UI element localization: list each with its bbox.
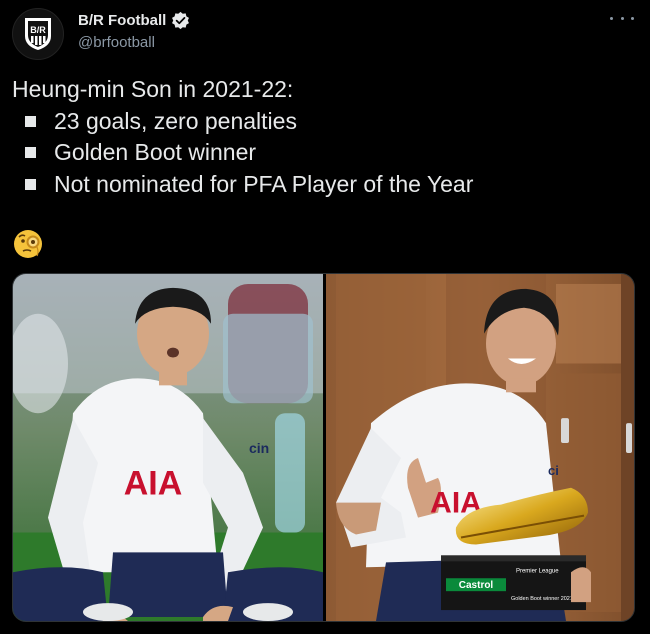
svg-text:Castrol: Castrol <box>459 580 494 591</box>
svg-text:AIA: AIA <box>124 465 183 503</box>
bullet-item: Golden Boot winner <box>12 137 638 169</box>
svg-text:Premier League: Premier League <box>516 568 559 574</box>
bullet-item: 23 goals, zero penalties <box>12 106 638 138</box>
svg-text:Golden Boot winner 2021/22: Golden Boot winner 2021/22 <box>511 596 581 602</box>
svg-text:ci: ci <box>548 463 559 478</box>
tweet-headline: Heung-min Son in 2021-22: <box>12 76 294 102</box>
son-sitting-image: AIA cin <box>13 274 323 621</box>
square-bullet-icon <box>25 178 36 190</box>
square-bullet-icon <box>25 147 36 159</box>
square-bullet-icon <box>25 115 36 127</box>
verified-badge-icon <box>172 11 190 30</box>
svg-text:cin: cin <box>249 440 269 456</box>
tweet-header: B/R B/R Football @brfootball <box>12 4 638 60</box>
author-display-name[interactable]: B/R Football <box>78 12 166 29</box>
son-sitting-photo[interactable]: AIA cin <box>13 274 323 621</box>
svg-text:B/R: B/R <box>30 25 46 35</box>
son-golden-boot-photo[interactable]: AIA ci Castrol Premier League Golden Boo… <box>326 274 634 621</box>
tweet-text: Heung-min Son in 2021-22: 23 goals, zero… <box>12 74 638 200</box>
bullet-text: 23 goals, zero penalties <box>54 107 297 134</box>
bullet-item: Not nominated for PFA Player of the Year <box>12 169 638 201</box>
tweet-media[interactable]: AIA cin AIA ci Castrol Premier League Go… <box>12 273 635 622</box>
br-shield-logo: B/R <box>25 18 51 50</box>
son-golden-boot-image: AIA ci Castrol Premier League Golden Boo… <box>326 274 634 621</box>
face-with-monocle-icon <box>14 230 42 258</box>
avatar[interactable]: B/R <box>12 8 64 60</box>
bullet-text: Not nominated for PFA Player of the Year <box>54 170 474 197</box>
author-handle[interactable]: @brfootball <box>78 34 155 51</box>
more-options-icon[interactable] <box>610 10 634 26</box>
bullet-text: Golden Boot winner <box>54 139 257 165</box>
